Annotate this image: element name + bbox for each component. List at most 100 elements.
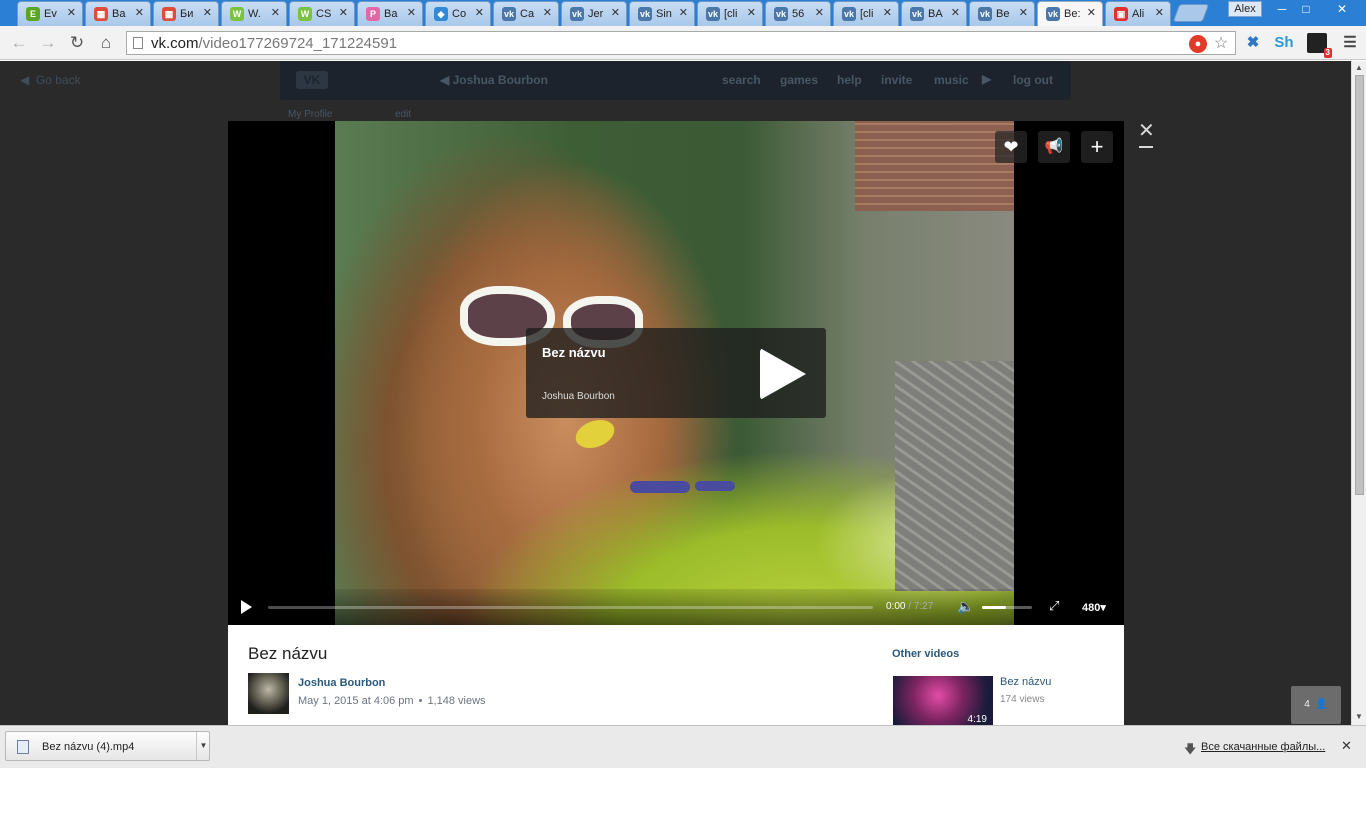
header-user-name: Joshua Bourbon	[452, 73, 548, 87]
tab-close-icon[interactable]: ✕	[1019, 6, 1028, 19]
download-menu-icon[interactable]: ▼	[196, 732, 210, 760]
people-count: 4	[1304, 699, 1310, 710]
browser-tab[interactable]: vk [cli ✕	[833, 1, 899, 26]
fullscreen-icon[interactable]: ⤢	[1049, 598, 1059, 614]
video-info-overlay[interactable]: Bez názvu Joshua Bourbon	[526, 328, 826, 418]
sidebar-edit[interactable]: edit	[395, 109, 411, 120]
tab-close-icon[interactable]: ✕	[135, 6, 144, 19]
url-text[interactable]: vk.com/video177269724_171224591	[151, 35, 397, 52]
browser-tab[interactable]: W W. ✕	[221, 1, 287, 26]
minimize-icon[interactable]: ─	[1270, 0, 1294, 18]
other-videos-heading[interactable]: Other videos	[892, 648, 959, 660]
browser-tab[interactable]: W CS ✕	[289, 1, 355, 26]
play-icon[interactable]	[241, 600, 252, 614]
volume-slider[interactable]	[982, 606, 1032, 609]
browser-tab[interactable]: ▦ Ba ✕	[85, 1, 151, 26]
home-icon[interactable]: ⌂	[95, 32, 117, 54]
browser-tab[interactable]: vk Jer ✕	[561, 1, 627, 26]
nav-music[interactable]: music	[934, 73, 969, 87]
video-player[interactable]: ❤ 📢 + Bez názvu Joshua Bourbon 0:00 / 7:…	[228, 121, 1124, 625]
tab-close-icon[interactable]: ✕	[407, 6, 416, 19]
scroll-down-icon[interactable]: ▼	[1355, 712, 1363, 721]
progress-bar[interactable]	[268, 606, 873, 609]
download-item[interactable]: Bez názvu (4).mp4 ▼	[5, 731, 210, 761]
tab-close-icon[interactable]: ✕	[475, 6, 484, 19]
tab-close-icon[interactable]: ✕	[611, 6, 620, 19]
tab-close-icon[interactable]: ✕	[339, 6, 348, 19]
tab-close-icon[interactable]: ✕	[543, 6, 552, 19]
page-scrollbar[interactable]: ▲ ▼	[1351, 61, 1366, 725]
quality-value: 480	[1082, 602, 1101, 614]
share-megaphone-icon[interactable]: 📢	[1038, 131, 1070, 163]
browser-tab[interactable]: vk BA ✕	[901, 1, 967, 26]
tab-close-icon[interactable]: ✕	[679, 6, 688, 19]
nav-logout[interactable]: log out	[1013, 73, 1053, 87]
tab-close-icon[interactable]: ✕	[747, 6, 756, 19]
browser-tab[interactable]: ▣ Ali ✕	[1105, 1, 1171, 26]
other-video-thumbnail[interactable]: 4:19	[893, 676, 993, 725]
tab-close-icon[interactable]: ✕	[67, 6, 76, 19]
maximize-icon[interactable]: □	[1294, 0, 1318, 18]
avatar[interactable]	[248, 673, 289, 714]
modal-minimize-icon[interactable]	[1139, 146, 1153, 148]
p-icon: P	[366, 7, 380, 21]
browser-tab[interactable]: vk Be ✕	[969, 1, 1035, 26]
profile-badge[interactable]: Alex	[1228, 1, 1262, 17]
people-online-badge[interactable]: 4 👤	[1291, 686, 1341, 724]
tab-close-icon[interactable]: ✕	[1155, 6, 1164, 19]
music-play-icon[interactable]: ▶	[982, 72, 991, 86]
tab-close-icon[interactable]: ✕	[271, 6, 280, 19]
tab-close-icon[interactable]: ✕	[203, 6, 212, 19]
quality-selector[interactable]: 480▾	[1082, 601, 1106, 614]
sidebar-my-profile[interactable]: My Profile	[288, 109, 332, 120]
notifier-extension-icon[interactable]: 3	[1307, 33, 1332, 58]
time-duration: 7:27	[913, 601, 934, 612]
address-bar[interactable]: vk.com/video177269724_171224591 ● ☆	[126, 31, 1236, 55]
forward-icon[interactable]: →	[37, 32, 59, 54]
xmarks-icon[interactable]: ✖	[1243, 33, 1263, 53]
browser-tab[interactable]: E Ev ✕	[17, 1, 83, 26]
tab-close-icon[interactable]: ✕	[883, 6, 892, 19]
browser-tab[interactable]: vk Ca ✕	[493, 1, 559, 26]
nav-search[interactable]: search	[722, 73, 761, 87]
nav-invite[interactable]: invite	[881, 73, 912, 87]
reload-icon[interactable]: ↻	[66, 32, 88, 54]
go-back-link[interactable]: ◀ Go back	[20, 73, 81, 87]
meta-separator: •	[418, 695, 423, 707]
scrollbar-thumb[interactable]	[1355, 75, 1364, 495]
tab-close-icon[interactable]: ✕	[951, 6, 960, 19]
back-icon[interactable]: ←	[8, 32, 30, 54]
like-heart-icon[interactable]: ❤	[995, 131, 1027, 163]
window-close-icon[interactable]: ✕	[1330, 0, 1354, 18]
add-plus-icon[interactable]: +	[1081, 131, 1113, 163]
browser-tab[interactable]: ▦ Би ✕	[153, 1, 219, 26]
new-tab-button[interactable]	[1172, 4, 1210, 22]
menu-icon[interactable]: ☰	[1340, 33, 1360, 53]
vk-icon: vk	[978, 7, 992, 21]
browser-tab[interactable]: ◆ Co ✕	[425, 1, 491, 26]
vk-logo[interactable]: VK	[296, 71, 328, 89]
sh-extension-icon[interactable]: Sh	[1274, 33, 1294, 53]
header-user-link[interactable]: ◀ Joshua Bourbon	[440, 73, 548, 87]
other-video-title[interactable]: Bez názvu	[1000, 676, 1051, 688]
cart-icon: ▣	[1114, 7, 1128, 21]
overlay-author[interactable]: Joshua Bourbon	[542, 391, 615, 402]
all-downloads-link[interactable]: Все скачанные файлы...	[1201, 741, 1325, 753]
nav-games[interactable]: games	[780, 73, 818, 87]
browser-tab[interactable]: vk Sin ✕	[629, 1, 695, 26]
browser-tab[interactable]: vk Be: ✕	[1037, 1, 1103, 27]
browser-tab[interactable]: vk 56 ✕	[765, 1, 831, 26]
browser-tab[interactable]: vk [cli ✕	[697, 1, 763, 26]
bookmark-star-icon[interactable]: ☆	[1212, 35, 1230, 53]
scroll-up-icon[interactable]: ▲	[1355, 63, 1363, 72]
big-play-icon[interactable]	[760, 348, 806, 400]
browser-tab[interactable]: P Ba ✕	[357, 1, 423, 26]
modal-close-icon[interactable]: ✕	[1138, 118, 1155, 143]
tab-close-icon[interactable]: ✕	[1087, 6, 1096, 19]
nav-help[interactable]: help	[837, 73, 862, 87]
volume-icon[interactable]: 🔈	[957, 598, 974, 615]
uploader-link[interactable]: Joshua Bourbon	[298, 677, 385, 689]
shelf-close-icon[interactable]: ✕	[1341, 738, 1352, 754]
adblock-icon[interactable]: ●	[1189, 35, 1207, 53]
tab-close-icon[interactable]: ✕	[815, 6, 824, 19]
